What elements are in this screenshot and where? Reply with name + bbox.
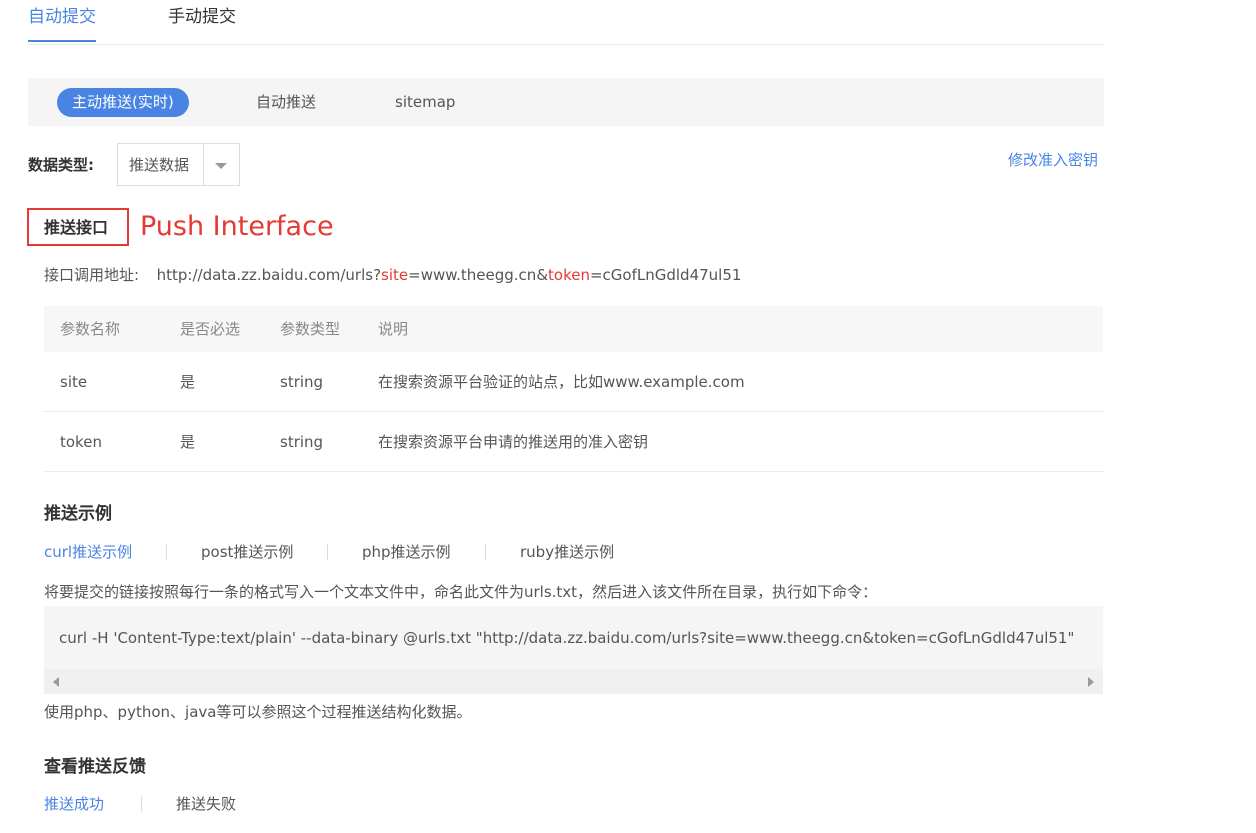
chevron-down-icon[interactable] — [215, 163, 227, 169]
tab-divider — [327, 544, 328, 560]
table-header-row: 参数名称 是否必选 参数类型 说明 — [44, 306, 1103, 352]
api-url-part-site-value: =www.theegg.cn& — [408, 266, 549, 284]
tab-divider — [166, 544, 167, 560]
tab-push-success[interactable]: 推送成功 — [44, 794, 104, 814]
column-header: 参数名称 — [60, 320, 121, 338]
curl-command: curl -H 'Content-Type:text/plain' --data… — [59, 629, 1075, 647]
table-row: site 是 string 在搜索资源平台验证的站点，比如www.example… — [44, 352, 1103, 412]
top-tabs: 自动提交 手动提交 — [28, 0, 1104, 45]
tab-push-failure[interactable]: 推送失败 — [176, 794, 236, 814]
api-url-part-token-value: =cGofLnGdld47ul51 — [589, 266, 742, 284]
column-header: 是否必选 — [180, 320, 241, 338]
api-url-param-site: site — [381, 266, 409, 284]
param-table: 参数名称 是否必选 参数类型 说明 site 是 string 在搜索资源平台验… — [44, 306, 1103, 472]
table-cell: 是 — [180, 433, 196, 451]
column-header: 说明 — [378, 320, 409, 338]
api-url-part-base: http://data.zz.baidu.com/urls? — [156, 266, 382, 284]
table-cell: 在搜索资源平台申请的推送用的准入密钥 — [378, 433, 649, 451]
push-interface-heading: 推送接口 — [44, 218, 109, 237]
edit-access-key-link[interactable]: 修改准入密钥 — [1008, 150, 1098, 170]
column-header: 参数类型 — [280, 320, 341, 338]
tab-manual-submit[interactable]: 手动提交 — [168, 6, 236, 28]
data-type-label: 数据类型: — [28, 156, 94, 174]
scroll-left-icon[interactable] — [53, 677, 59, 687]
example-description: 将要提交的链接按照每行一条的格式写入一个文本文件中，命名此文件为urls.txt… — [44, 583, 878, 601]
data-type-select[interactable]: 推送数据 — [117, 143, 240, 186]
sub-tab-bar: 主动推送(实时) 自动推送 sitemap — [28, 78, 1104, 126]
scroll-right-icon[interactable] — [1088, 677, 1094, 687]
api-url-line: 接口调用地址: http://data.zz.baidu.com/urls?si… — [44, 265, 741, 285]
table-row: token 是 string 在搜索资源平台申请的推送用的准入密钥 — [44, 412, 1103, 472]
tab-ruby-example[interactable]: ruby推送示例 — [520, 542, 614, 562]
push-interface-annotation: Push Interface — [140, 211, 334, 242]
api-url-label: 接口调用地址: — [44, 266, 140, 284]
push-interface-heading-box: 推送接口 — [27, 208, 129, 246]
examples-heading: 推送示例 — [44, 504, 112, 524]
table-cell: string — [280, 373, 324, 391]
subtab-sitemap[interactable]: sitemap — [380, 88, 470, 117]
subtab-auto-push[interactable]: 自动推送 — [241, 88, 331, 117]
tab-auto-submit[interactable]: 自动提交 — [28, 6, 96, 42]
table-cell: token — [60, 433, 102, 451]
tab-divider — [485, 544, 486, 560]
data-type-selected-value: 推送数据 — [129, 156, 190, 174]
structured-data-note: 使用php、python、java等可以参照这个过程推送结构化数据。 — [44, 703, 472, 721]
feedback-heading: 查看推送反馈 — [44, 757, 146, 777]
select-divider — [203, 144, 204, 185]
api-url-param-token: token — [548, 266, 590, 284]
table-cell: 是 — [180, 373, 196, 391]
table-cell: 在搜索资源平台验证的站点，比如www.example.com — [378, 373, 745, 391]
table-cell: site — [60, 373, 88, 391]
horizontal-scrollbar[interactable] — [44, 669, 1103, 694]
tab-curl-example[interactable]: curl推送示例 — [44, 542, 132, 562]
tab-post-example[interactable]: post推送示例 — [201, 542, 293, 562]
tab-php-example[interactable]: php推送示例 — [362, 542, 451, 562]
tab-divider — [141, 796, 142, 812]
code-block: curl -H 'Content-Type:text/plain' --data… — [44, 606, 1103, 694]
table-cell: string — [280, 433, 324, 451]
subtab-active-push[interactable]: 主动推送(实时) — [57, 88, 189, 117]
